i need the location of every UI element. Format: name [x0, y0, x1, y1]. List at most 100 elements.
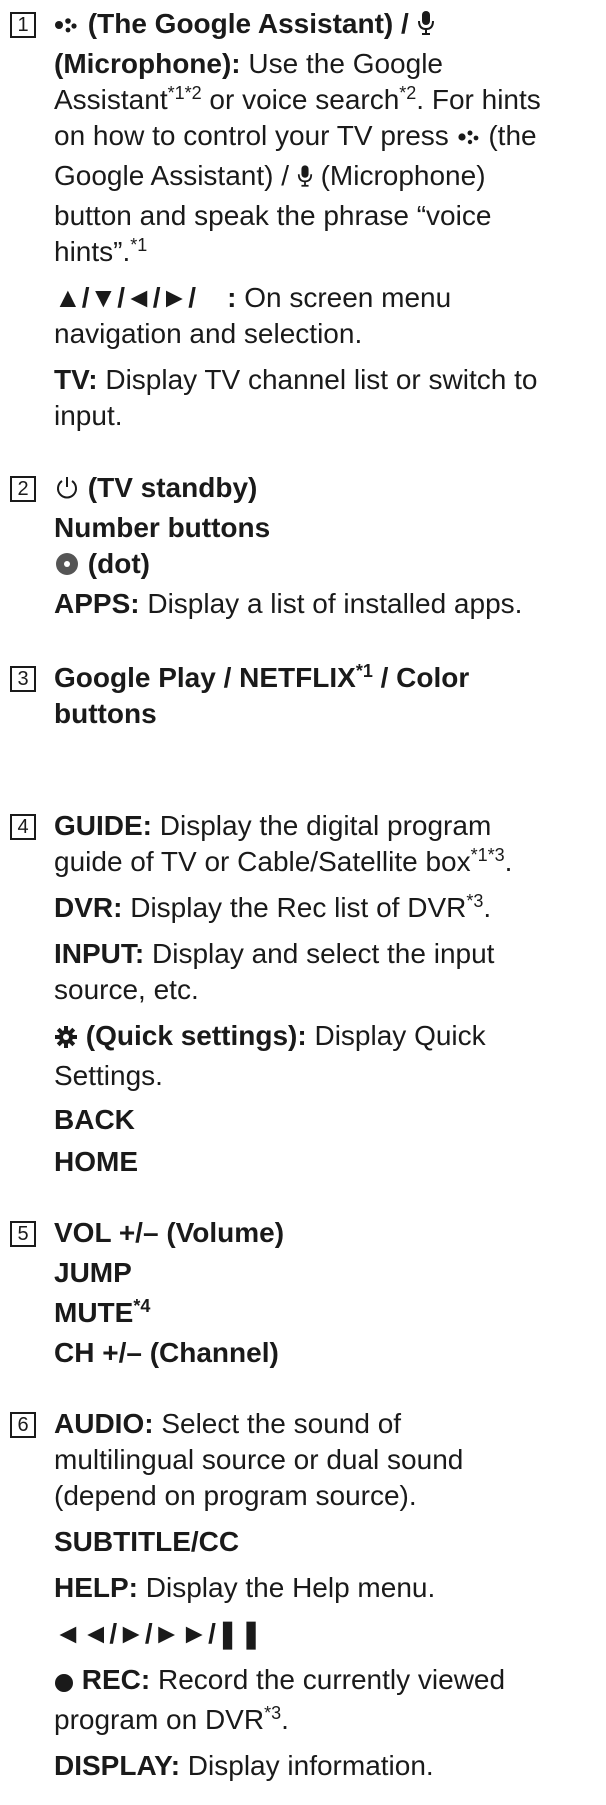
tv-line-1: TV: Display TV channel list or switch to: [54, 362, 600, 398]
input-line-2: source, etc.: [54, 974, 199, 1005]
text-for-hints: . For hints: [416, 84, 541, 115]
apps-line: APPS: Display a list of installed apps.: [54, 586, 600, 622]
apps-label: APPS:: [54, 588, 140, 619]
audio-line-1: AUDIO: Select the sound of: [54, 1406, 600, 1442]
quick-settings-description: (Quick settings): Display Quick Settings…: [54, 1018, 600, 1180]
text-hints: hints”.: [54, 236, 131, 267]
assistant-line-3: Assistant*1*2 or voice search*2. For hin…: [54, 82, 600, 118]
section-3-list: Google Play / NETFLIX*1 / Color buttons: [54, 660, 600, 732]
volume-label: VOL +/– (Volume): [54, 1217, 285, 1248]
power-icon: [54, 474, 80, 510]
audio-line-3: (depend on program source).: [54, 1480, 417, 1511]
assistant-line-7: hints”.*1: [54, 234, 600, 270]
text-record: Record the currently viewed: [150, 1664, 506, 1695]
text-on-screen-menu: On screen menu: [244, 282, 452, 313]
microphone-label: (Microphone):: [54, 48, 241, 79]
google-assistant-icon: [54, 10, 80, 46]
text-display-rec: Display the Rec list of DVR: [122, 892, 467, 923]
number-buttons-line: Number buttons: [54, 512, 271, 543]
footnote-ref: *3: [466, 891, 484, 911]
text-google-play-netflix: Google Play / NETFLIX: [54, 662, 356, 693]
text-assistant: Assistant: [54, 84, 168, 115]
section-number-6: 6: [10, 1412, 36, 1438]
text-on-how: on how to control your TV press: [54, 120, 457, 151]
buttons-line: buttons: [54, 698, 157, 729]
back-label: BACK: [54, 1104, 135, 1135]
section-1-content: (The Google Assistant) / (Microphone): U…: [54, 6, 600, 444]
remote-control-manual-page: 1 (The Google Assistant) / (Microphone):…: [0, 0, 606, 1805]
footnote-ref: *1: [355, 661, 373, 681]
text-color: / Color: [372, 662, 470, 693]
display-label: DISPLAY:: [54, 1750, 181, 1781]
section-number-1: 1: [10, 12, 36, 38]
audio-description: AUDIO: Select the sound of multilingual …: [54, 1406, 600, 1514]
mute-line: MUTE*4: [54, 1295, 600, 1331]
input-line-1: INPUT: Display and select the input: [54, 936, 600, 972]
google-play-line: Google Play / NETFLIX*1 / Color: [54, 660, 600, 696]
period: .: [504, 846, 513, 877]
text-display-digital: Display the digital program: [152, 810, 492, 841]
dvr-label: DVR:: [54, 892, 123, 923]
text-display-help: Display the Help menu.: [138, 1572, 436, 1603]
section-3-content: Google Play / NETFLIX*1 / Color buttons: [54, 660, 600, 742]
quick-settings-line-1: (Quick settings): Display Quick: [54, 1018, 600, 1058]
assistant-line-6: button and speak the phrase “voice: [54, 200, 492, 231]
assistant-heading-line: (The Google Assistant) /: [54, 6, 600, 46]
text-display-quick: Display Quick: [306, 1020, 486, 1051]
tv-line-2: input.: [54, 400, 123, 431]
input-description: INPUT: Display and select the input sour…: [54, 936, 600, 1008]
text-microphone: (Microphone): [312, 160, 486, 191]
guide-line-1: GUIDE: Display the digital program: [54, 808, 600, 844]
section-2-content: (TV standby) Number buttons (dot) APPS: …: [54, 470, 600, 632]
navigation-line-2: navigation and selection.: [54, 318, 363, 349]
jump-label: JUMP: [54, 1257, 132, 1288]
display-description: DISPLAY: Display information.: [54, 1748, 600, 1784]
period: .: [281, 1704, 289, 1735]
assistant-microphone-description: (The Google Assistant) / (Microphone): U…: [54, 6, 600, 270]
assistant-heading-text: (The Google Assistant) /: [87, 8, 417, 39]
text-display-tv: Display TV channel list or switch to: [97, 364, 538, 395]
section-2-list: (TV standby) Number buttons (dot) APPS: …: [54, 470, 600, 622]
section-5-list: VOL +/– (Volume) JUMP MUTE*4 CH +/– (Cha…: [54, 1215, 600, 1371]
help-description: HELP: Display the Help menu.: [54, 1570, 600, 1606]
period: .: [483, 892, 492, 923]
text-google-assistant: Google Assistant) /: [54, 160, 297, 191]
input-label: INPUT:: [54, 938, 145, 969]
gear-icon: [54, 1022, 78, 1058]
help-line: HELP: Display the Help menu.: [54, 1570, 600, 1606]
text-tv-standby: (TV standby): [87, 472, 258, 503]
footnote-ref: *4: [133, 1296, 151, 1316]
navigation-description: ▲/▼/◄/►/ : On screen menu navigation and…: [54, 280, 600, 352]
audio-label: AUDIO:: [54, 1408, 154, 1439]
quick-settings-line-2: Settings.: [54, 1060, 163, 1091]
text-dot: (dot): [87, 548, 150, 579]
microphone-desc: Use the Google: [240, 48, 443, 79]
channel-label: CH +/– (Channel): [54, 1337, 279, 1368]
microphone-icon: [297, 162, 313, 198]
section-5-content: VOL +/– (Volume) JUMP MUTE*4 CH +/– (Cha…: [54, 1215, 600, 1381]
footnote-ref: *1: [130, 235, 148, 255]
tv-label: TV:: [54, 364, 98, 395]
subtitle-label: SUBTITLE/CC: [54, 1526, 240, 1557]
guide-description: GUIDE: Display the digital program guide…: [54, 808, 600, 880]
rec-description: REC: Record the currently viewed program…: [54, 1662, 600, 1738]
text-voice-search: or voice search: [201, 84, 400, 115]
text-display-select: Display and select the input: [144, 938, 495, 969]
section-6-content: AUDIO: Select the sound of multilingual …: [54, 1406, 600, 1794]
assistant-line-4: on how to control your TV press (the: [54, 118, 600, 158]
guide-label: GUIDE:: [54, 810, 152, 841]
audio-line-2: multilingual source or dual sound: [54, 1444, 464, 1475]
home-label: HOME: [54, 1146, 138, 1177]
help-label: HELP:: [54, 1572, 138, 1603]
footnote-ref: *3: [264, 1703, 282, 1723]
guide-line-2: guide of TV or Cable/Satellite box*1*3.: [54, 844, 600, 880]
microphone-icon: [417, 9, 435, 46]
record-dot-icon: [54, 1666, 74, 1702]
rec-label: REC:: [81, 1664, 151, 1695]
text-select-sound: Select the sound of: [153, 1408, 402, 1439]
section-number-4: 4: [10, 814, 36, 840]
section-number-5: 5: [10, 1221, 36, 1247]
footnote-ref: *2: [399, 83, 417, 103]
text-the: (the: [480, 120, 537, 151]
text-guide-of-tv: guide of TV or Cable/Satellite box: [54, 846, 471, 877]
